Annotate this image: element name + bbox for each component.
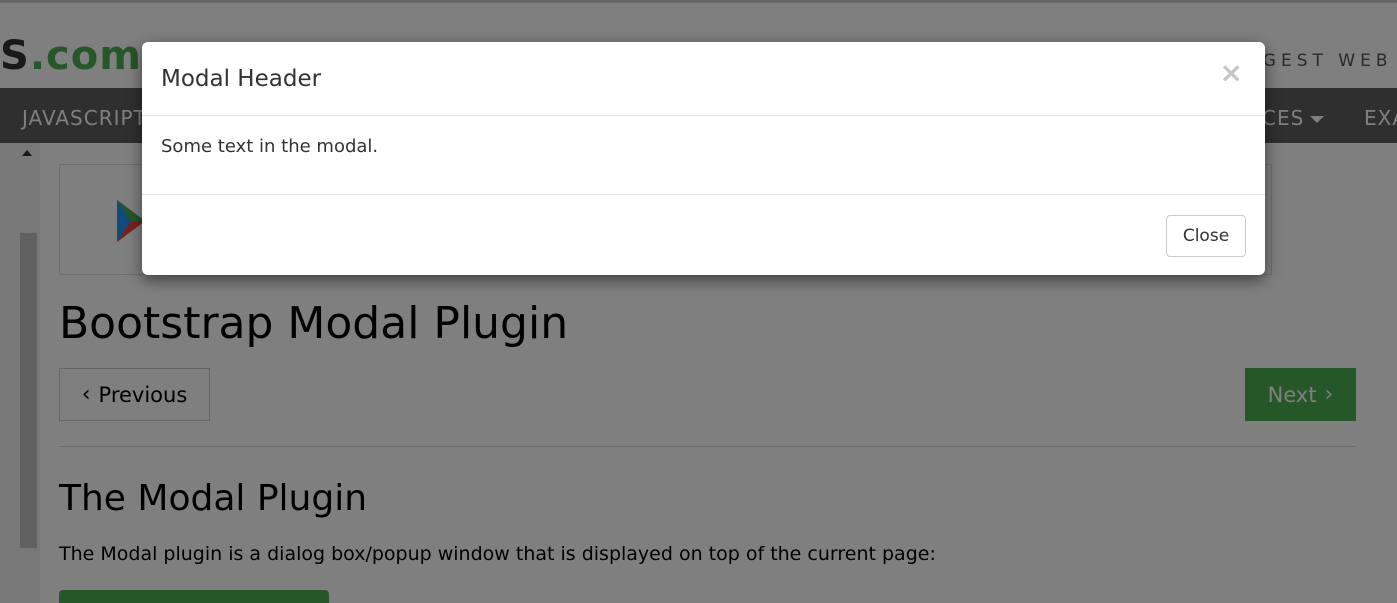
modal-header: Modal Header × — [142, 42, 1265, 116]
modal-body-text: Some text in the modal. — [161, 136, 379, 157]
modal-dialog: Modal Header × Some text in the modal. C… — [142, 42, 1265, 275]
close-button[interactable]: Close — [1166, 215, 1246, 257]
close-icon[interactable]: × — [1220, 59, 1243, 87]
modal-title: Modal Header — [161, 66, 322, 92]
modal-footer: Close — [142, 194, 1265, 276]
